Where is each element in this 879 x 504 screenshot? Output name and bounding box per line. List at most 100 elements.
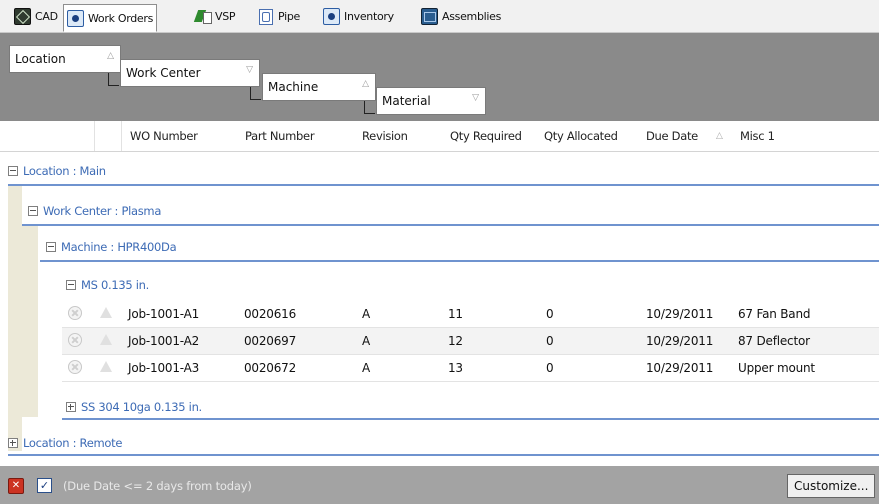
cell-part-number: 0020672 (244, 361, 297, 375)
sort-descending-icon: ▽ (472, 93, 479, 103)
column-header-qty-allocated[interactable]: Qty Allocated (544, 129, 618, 143)
vsp-icon (195, 8, 212, 24)
group-connector (250, 87, 261, 100)
group-chip-location[interactable]: Location △ (9, 45, 121, 73)
group-divider (62, 418, 879, 420)
column-header-misc-1[interactable]: Misc 1 (740, 129, 775, 143)
collapse-icon[interactable] (8, 166, 18, 176)
cell-qty-allocated: 0 (546, 307, 554, 321)
tab-assemblies-label: Assemblies (442, 9, 502, 23)
group-chip-machine[interactable]: Machine △ (262, 73, 376, 101)
cell-misc-1: Upper mount (738, 361, 815, 375)
column-header-part-number[interactable]: Part Number (245, 129, 315, 143)
tab-pipe[interactable]: Pipe (258, 5, 300, 27)
column-header-revision[interactable]: Revision (362, 129, 408, 143)
group-indent-band (22, 224, 38, 417)
customize-button[interactable]: Customize... (787, 474, 875, 498)
pipe-icon (258, 8, 274, 25)
filter-expression[interactable]: (Due Date <= 2 days from today) (63, 479, 252, 493)
group-divider (8, 454, 879, 456)
group-indent-band (8, 186, 22, 451)
work-orders-icon (67, 9, 84, 27)
cell-wo-number: Job-1001-A1 (128, 307, 200, 321)
cell-due-date: 10/29/2011 (646, 334, 714, 348)
group-row-material-ss[interactable]: SS 304 10ga 0.135 in. (66, 400, 202, 414)
tab-work-orders-label: Work Orders (88, 11, 154, 25)
group-connector (364, 101, 375, 114)
group-divider (22, 224, 879, 226)
group-machine-label: Machine : HPR400Da (61, 240, 177, 254)
group-location-remote-label: Location : Remote (23, 436, 123, 450)
group-row-material-ms[interactable]: MS 0.135 in. (66, 278, 149, 292)
column-separator (94, 121, 95, 151)
group-by-panel: Location △ Work Center ▽ Machine △ Mater… (0, 33, 879, 121)
tab-inventory-label: Inventory (344, 9, 394, 23)
group-row-location-remote[interactable]: Location : Remote (8, 436, 122, 450)
column-separator (121, 121, 122, 151)
column-header-wo-number[interactable]: WO Number (130, 129, 198, 143)
sort-ascending-icon: △ (362, 79, 369, 89)
tab-vsp-label: VSP (215, 9, 236, 23)
cell-revision: A (362, 307, 371, 321)
cell-qty-allocated: 0 (546, 361, 554, 375)
filter-bar: ✕ ✓ (Due Date <= 2 days from today) Cust… (0, 466, 879, 504)
collapse-icon[interactable] (66, 280, 76, 290)
warning-icon (100, 361, 112, 372)
group-row-work-center[interactable]: Work Center : Plasma (28, 204, 161, 218)
filter-enabled-checkbox[interactable]: ✓ (37, 478, 52, 493)
tab-cad-label: CAD (35, 9, 58, 23)
table-row[interactable]: Job-1001-A3 0020672 A 13 0 10/29/2011 Up… (62, 355, 879, 382)
tab-inventory[interactable]: Inventory (323, 5, 394, 27)
group-chip-work-center[interactable]: Work Center ▽ (120, 59, 260, 87)
collapse-icon[interactable] (46, 242, 56, 252)
remove-icon[interactable] (68, 360, 82, 374)
group-chip-location-label: Location (15, 52, 66, 66)
expand-icon[interactable] (8, 438, 18, 448)
group-divider (40, 260, 879, 262)
module-tab-strip: CAD Work Orders VSP Pipe Inventory Assem… (0, 0, 879, 33)
column-header-qty-required[interactable]: Qty Required (450, 129, 522, 143)
cad-icon (14, 7, 31, 25)
table-row[interactable]: Job-1001-A1 0020616 A 11 0 10/29/2011 67… (62, 301, 879, 328)
assemblies-icon (421, 7, 438, 25)
tab-vsp[interactable]: VSP (195, 5, 236, 27)
warning-icon (100, 334, 112, 345)
tab-pipe-label: Pipe (278, 9, 300, 23)
group-chip-material-label: Material (382, 94, 431, 108)
group-chip-work-center-label: Work Center (126, 66, 201, 80)
group-row-location-main[interactable]: Location : Main (8, 164, 106, 178)
cell-qty-required: 11 (448, 307, 463, 321)
group-divider (8, 184, 879, 186)
group-work-center-label: Work Center : Plasma (43, 204, 162, 218)
column-header-row: WO Number Part Number Revision Qty Requi… (0, 121, 879, 152)
clear-filter-icon[interactable]: ✕ (8, 478, 24, 494)
remove-icon[interactable] (68, 306, 82, 320)
cell-wo-number: Job-1001-A2 (128, 334, 200, 348)
cell-part-number: 0020697 (244, 334, 297, 348)
collapse-icon[interactable] (28, 206, 38, 216)
cell-wo-number: Job-1001-A3 (128, 361, 200, 375)
cell-qty-required: 12 (448, 334, 463, 348)
group-chip-machine-label: Machine (268, 80, 319, 94)
tab-work-orders[interactable]: Work Orders (63, 4, 158, 32)
cell-part-number: 0020616 (244, 307, 297, 321)
expand-icon[interactable] (66, 402, 76, 412)
cell-misc-1: 67 Fan Band (738, 307, 811, 321)
column-header-due-date[interactable]: Due Date (646, 129, 698, 143)
tab-assemblies[interactable]: Assemblies (421, 5, 501, 27)
table-row[interactable]: Job-1001-A2 0020697 A 12 0 10/29/2011 87… (62, 328, 879, 355)
inventory-icon (323, 7, 340, 25)
group-chip-material[interactable]: Material ▽ (376, 87, 486, 115)
sort-ascending-icon: △ (107, 51, 114, 61)
group-row-machine[interactable]: Machine : HPR400Da (46, 240, 177, 254)
work-orders-grid: Location : Main Work Center : Plasma Mac… (0, 152, 879, 460)
cell-revision: A (362, 361, 371, 375)
group-connector (108, 73, 119, 86)
group-material-ss-label: SS 304 10ga 0.135 in. (81, 400, 202, 414)
cell-due-date: 10/29/2011 (646, 361, 714, 375)
remove-icon[interactable] (68, 333, 82, 347)
cell-due-date: 10/29/2011 (646, 307, 714, 321)
cell-misc-1: 87 Deflector (738, 334, 810, 348)
sort-ascending-icon: △ (716, 131, 723, 141)
tab-cad[interactable]: CAD (14, 5, 58, 27)
